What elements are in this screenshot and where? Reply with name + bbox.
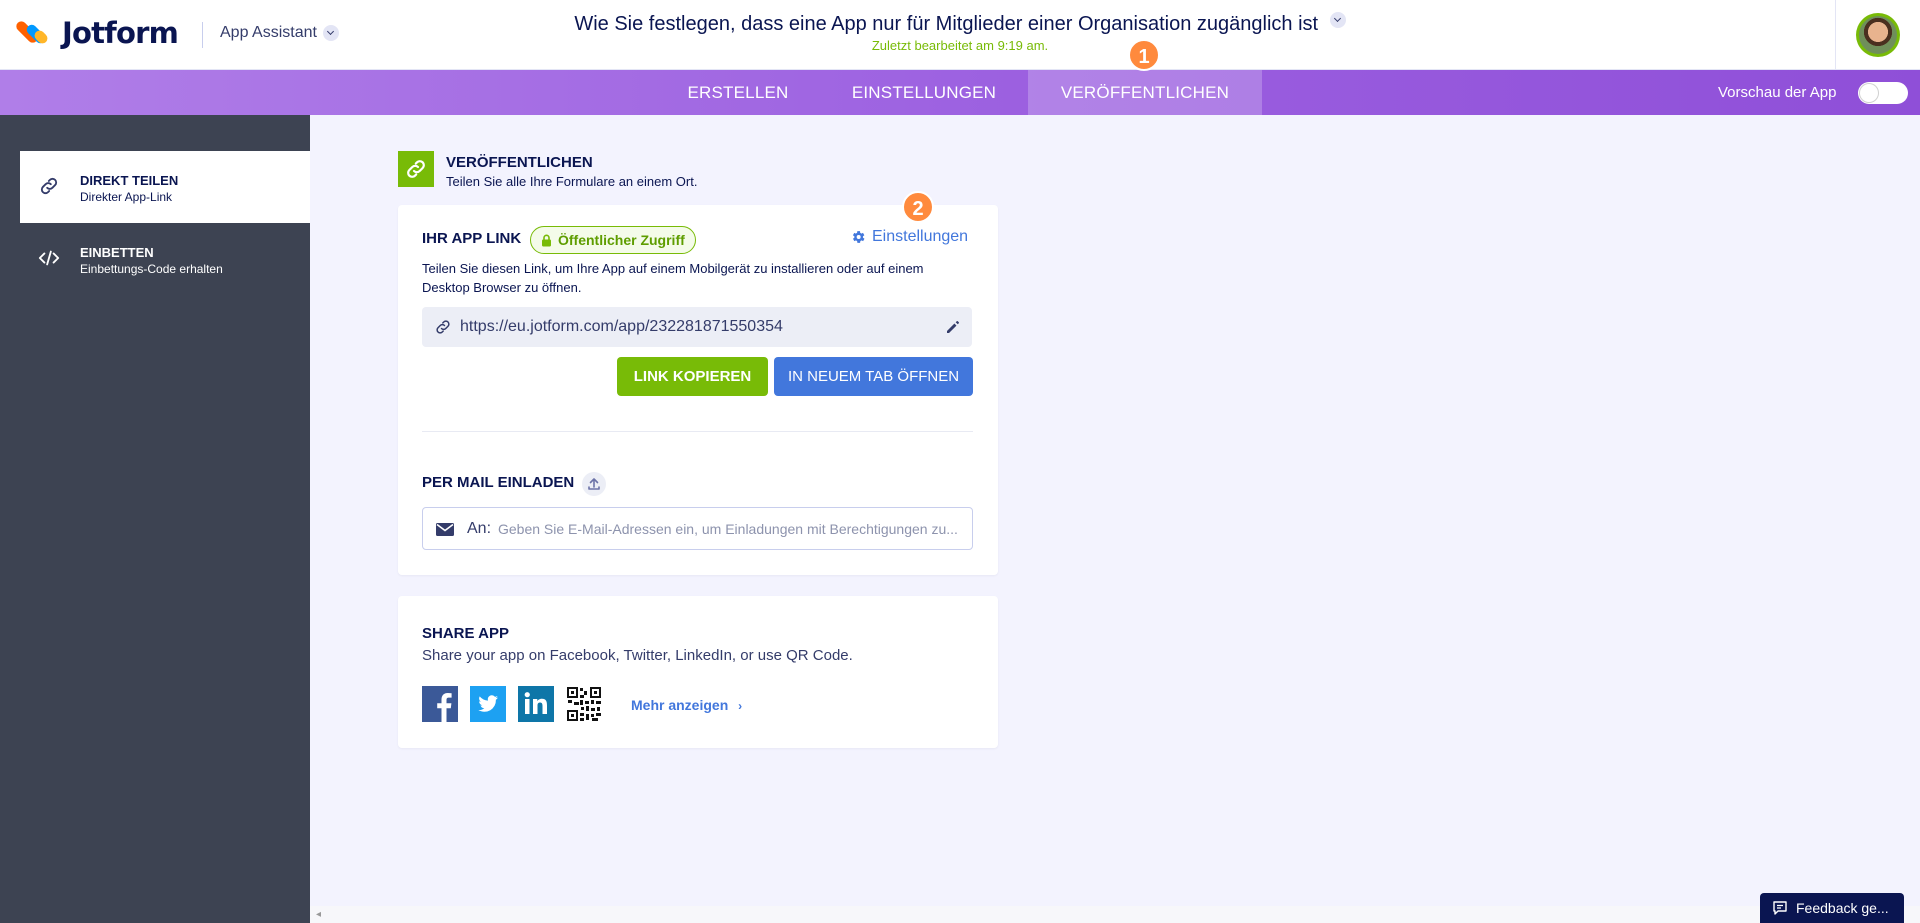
- header-divider: [1835, 0, 1836, 70]
- app-url-text: https://eu.jotform.com/app/2322818715503…: [460, 318, 783, 335]
- public-access-badge[interactable]: Öffentlicher Zugriff: [530, 226, 696, 254]
- upload-icon[interactable]: [582, 472, 606, 496]
- email-input[interactable]: [498, 514, 968, 544]
- show-more-label: Mehr anzeigen: [631, 697, 729, 713]
- feedback-label: Feedback ge...: [1796, 900, 1889, 916]
- sidebar-item-title: EINBETTEN: [80, 245, 154, 260]
- app-preview-toggle[interactable]: [1858, 82, 1908, 104]
- sidebar-item-desc: Einbettungs-Code erhalten: [80, 262, 223, 276]
- app-preview-label: Vorschau der App: [1718, 84, 1837, 101]
- qr-code-icon[interactable]: [566, 686, 602, 722]
- annotation-step-1: 1: [1128, 39, 1160, 71]
- section-divider: [422, 431, 973, 432]
- facebook-icon[interactable]: [422, 686, 458, 722]
- chevron-down-icon[interactable]: [1329, 12, 1346, 28]
- show-more-link[interactable]: Mehr anzeigen ›: [631, 697, 742, 713]
- top-header: Jotform App Assistant Wie Sie festlegen,…: [0, 0, 1920, 70]
- sidebar-item-direkt-teilen[interactable]: DIREKT TEILEN Direkter App-Link: [20, 151, 310, 223]
- document-title-text: Wie Sie festlegen, dass eine App nur für…: [574, 13, 1319, 35]
- mail-invite-field[interactable]: An:: [422, 507, 973, 550]
- avatar-image: [1859, 16, 1897, 54]
- tab-veroeffentlichen[interactable]: VERÖFFENTLICHEN: [1028, 70, 1262, 115]
- copy-link-button[interactable]: LINK KOPIEREN: [617, 357, 768, 396]
- tab-einstellungen[interactable]: EINSTELLUNGEN: [820, 70, 1028, 115]
- public-access-label: Öffentlicher Zugriff: [558, 231, 685, 248]
- share-instructions: Teilen Sie diesen Link, um Ihre App auf …: [422, 261, 924, 295]
- main-tab-bar: ERSTELLEN EINSTELLUNGEN VERÖFFENTLICHEN …: [0, 70, 1920, 115]
- link-icon: [436, 320, 450, 334]
- settings-link[interactable]: Einstellungen: [850, 228, 968, 246]
- mail-invite-label: PER MAIL EINLADEN: [422, 474, 575, 491]
- annotation-step-2: 2: [902, 191, 934, 223]
- feedback-button[interactable]: Feedback ge...: [1760, 893, 1904, 923]
- lock-icon: [542, 234, 551, 246]
- app-url-field[interactable]: https://eu.jotform.com/app/2322818715503…: [422, 307, 972, 347]
- tab-erstellen[interactable]: ERSTELLEN: [664, 70, 812, 115]
- app-link-label: IHR APP LINK: [422, 230, 522, 247]
- sidebar-item-title: DIREKT TEILEN: [80, 173, 179, 188]
- gear-icon: [852, 231, 865, 243]
- twitter-icon[interactable]: [470, 686, 506, 722]
- chevron-right-icon: ›: [738, 699, 743, 713]
- last-edited-status: Zuletzt bearbeitet am 9:19 am.: [871, 38, 1049, 53]
- app-link-card: IHR APP LINK Öffentlicher Zugriff Einste…: [398, 205, 998, 575]
- publish-title: VERÖFFENTLICHEN: [446, 154, 593, 171]
- link-icon: [398, 151, 434, 187]
- sidebar-item-einbetten[interactable]: EINBETTEN Einbettungs-Code erhalten: [20, 223, 310, 295]
- feedback-icon: [1773, 901, 1787, 915]
- link-icon: [40, 177, 58, 195]
- share-app-card: SHARE APP Share your app on Facebook, Tw…: [398, 596, 998, 748]
- envelope-icon: [436, 523, 454, 536]
- linkedin-icon[interactable]: [518, 686, 554, 722]
- horizontal-scrollbar[interactable]: [310, 906, 1920, 923]
- publish-desc: Teilen Sie alle Ihre Formulare an einem …: [446, 174, 698, 189]
- pencil-icon[interactable]: [944, 318, 962, 336]
- share-app-title: SHARE APP: [422, 625, 509, 642]
- avatar[interactable]: [1856, 13, 1900, 57]
- sidebar-item-desc: Direkter App-Link: [80, 190, 173, 204]
- open-new-tab-button[interactable]: IN NEUEM TAB ÖFFNEN: [774, 357, 973, 396]
- code-icon: [38, 250, 60, 266]
- sidebar: DIREKT TEILEN Direkter App-Link EINBETTE…: [0, 115, 310, 923]
- scroll-left-icon[interactable]: ◂: [316, 909, 321, 920]
- settings-link-label: Einstellungen: [872, 228, 969, 245]
- share-app-desc: Share your app on Facebook, Twitter, Lin…: [422, 647, 853, 664]
- mail-to-label: An:: [467, 520, 492, 537]
- document-title[interactable]: Wie Sie festlegen, dass eine App nur für…: [0, 12, 1920, 36]
